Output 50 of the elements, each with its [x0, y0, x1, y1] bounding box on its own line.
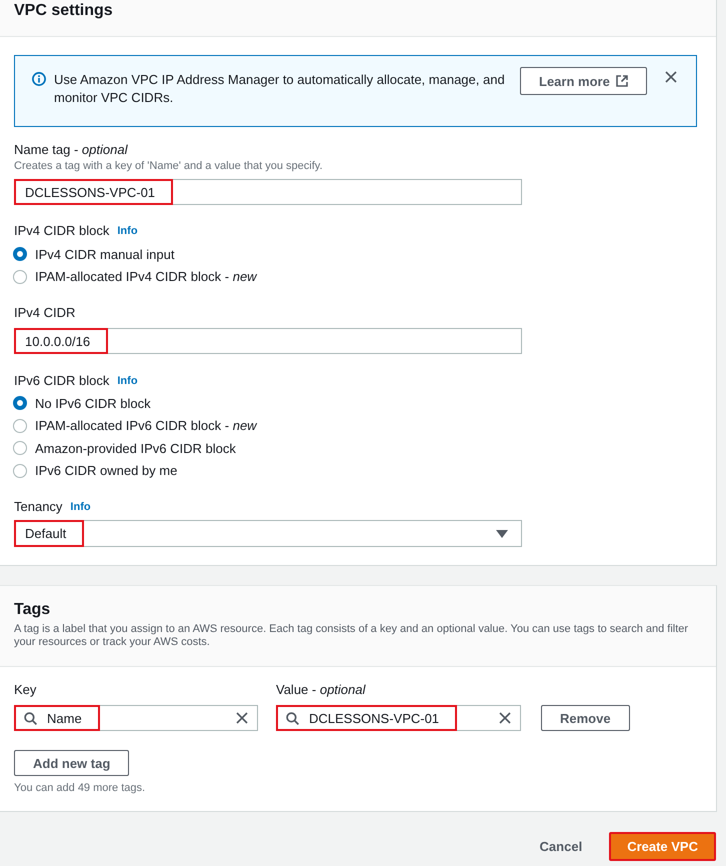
field-hint: Creates a tag with a key of 'Name' and a value that you specify. — [14, 159, 324, 173]
info-link[interactable]: Info — [70, 498, 91, 516]
panel-description: A tag is a label that you assign to an AWS resource. Each tag consists of a key and an optional value. You can use tags to search and filter your resources or track your AWS costs. — [14, 623, 690, 649]
field-label: Name tag - optional — [14, 141, 128, 159]
radio-icon[interactable] — [13, 247, 27, 262]
alert-message: Use Amazon VPC IP Address Manager to automatically allocate, manage, and monitor VPC CIDRs. — [54, 71, 506, 107]
tags-limit-note: You can add 49 more tags. — [14, 781, 146, 795]
field-value: 10.0.0.0/16 — [25, 334, 90, 348]
external-link-icon — [616, 75, 628, 87]
field-value: Default — [25, 526, 66, 541]
field-label: IPv4 CIDR block — [14, 222, 110, 240]
field-label: IPv4 CIDR — [14, 304, 76, 322]
radio-option[interactable]: IPv4 CIDR manual input — [14, 243, 702, 266]
caret-icon — [496, 530, 508, 538]
radio-option[interactable]: Amazon-provided IPv6 CIDR block — [14, 437, 702, 460]
clear-icon[interactable] — [499, 712, 511, 724]
info-link[interactable]: Info — [117, 372, 138, 390]
radio-icon[interactable] — [13, 441, 27, 456]
panel-title: Tags — [14, 600, 50, 620]
radio-option[interactable]: IPAM-allocated IPv6 CIDR block - new — [14, 414, 702, 437]
field-value: Name — [47, 710, 82, 726]
cancel-button[interactable]: Cancel — [540, 839, 582, 854]
info-icon — [32, 72, 46, 86]
remove-button[interactable]: Remove — [541, 705, 630, 731]
field-label: IPv6 CIDR block — [14, 372, 110, 390]
field-label: Tenancy — [14, 498, 62, 516]
field-label: Key — [14, 681, 36, 699]
search-icon — [24, 712, 37, 724]
add-tag-button[interactable]: Add new tag — [14, 750, 130, 776]
search-icon — [286, 712, 299, 724]
field-label: Value - optional — [276, 681, 366, 699]
clear-icon[interactable] — [236, 712, 248, 724]
radio-icon[interactable] — [13, 418, 27, 433]
radio-option[interactable]: IPv6 CIDR owned by me — [14, 460, 702, 482]
close-icon[interactable] — [664, 71, 677, 83]
value-input[interactable]: DCLESSONS-VPC-01 — [276, 705, 521, 731]
radio-icon[interactable] — [13, 396, 27, 410]
key-input[interactable]: Name — [14, 705, 258, 731]
panel-title: VPC settings — [14, 1, 113, 21]
name-tag-input[interactable]: DCLESSONS-VPC-01 — [14, 179, 522, 205]
radio-icon[interactable] — [13, 464, 27, 478]
radio-option[interactable]: IPAM-allocated IPv4 CIDR block - new — [14, 266, 702, 288]
field-value: DCLESSONS-VPC-01 — [25, 184, 156, 200]
learn-more-button[interactable]: Learn more — [520, 67, 647, 95]
radio-icon[interactable] — [13, 270, 27, 284]
field-value: DCLESSONS-VPC-01 — [309, 710, 440, 726]
radio-option[interactable]: No IPv6 CIDR block — [14, 392, 702, 414]
tenancy-select[interactable]: Default — [14, 520, 522, 547]
cidr-input[interactable]: 10.0.0.0/16 — [14, 328, 522, 354]
info-link[interactable]: Info — [117, 222, 138, 240]
